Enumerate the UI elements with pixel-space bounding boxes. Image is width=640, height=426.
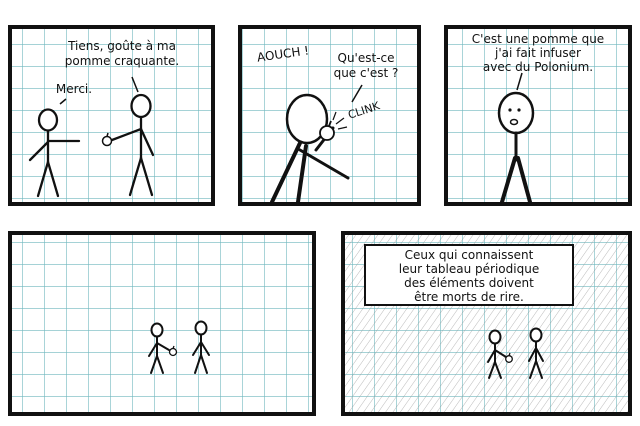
speech-line: C'est une pomme que xyxy=(471,32,605,46)
caption-line: être morts de rire. xyxy=(414,290,524,304)
speech-reply: Merci. xyxy=(55,82,93,96)
caption-line: leur tableau périodique xyxy=(398,262,540,276)
speech-line: pomme craquante. xyxy=(64,54,180,68)
speech-line: avec du Polonium. xyxy=(482,60,594,74)
caption-line: Ceux qui connaissent xyxy=(404,248,534,262)
panel-4 xyxy=(8,231,316,416)
speech-line: Tiens, goûte à ma xyxy=(68,39,176,53)
speech-line: Qu'est-ce xyxy=(337,51,395,65)
caption-line: des éléments doivent xyxy=(404,276,534,290)
speech-line: j'ai fait infuser xyxy=(495,46,581,60)
comic-strip: Tiens, goûte à ma pomme craquante. Merci… xyxy=(0,0,640,426)
speech-line: que c'est ? xyxy=(333,66,399,80)
